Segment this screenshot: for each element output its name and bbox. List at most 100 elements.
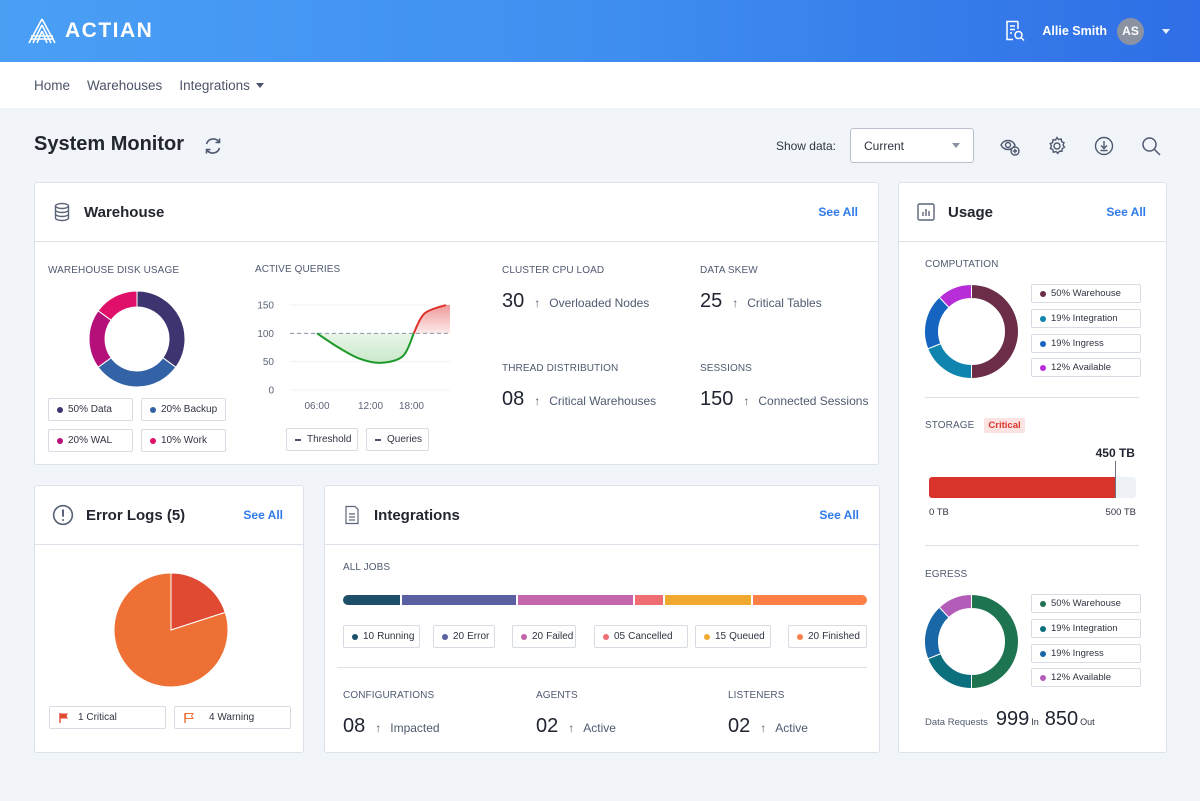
legend-count: 20 xyxy=(808,631,820,642)
chevron-down-icon xyxy=(952,143,960,148)
legend-name: Ingress xyxy=(1072,648,1104,659)
nav-item-integrations[interactable]: Integrations xyxy=(179,78,264,93)
warehouse-card: Warehouse See All WAREHOUSE DISK USAGE 5… xyxy=(34,182,879,465)
stat-agents: AGENTS 02 ↑ Active xyxy=(536,690,616,738)
queries-legend-queries: Queries xyxy=(366,428,429,451)
jobs-bar-segment-queued xyxy=(665,595,751,605)
legend-dot xyxy=(57,437,63,444)
legend-pct: 50% xyxy=(1051,288,1071,299)
legend-pct: 12% xyxy=(1051,672,1071,683)
gear-icon[interactable] xyxy=(1046,135,1068,157)
jobs-legend-cancelled: 05 Cancelled xyxy=(594,625,688,648)
warehouse-card-header: Warehouse See All xyxy=(35,183,878,242)
card-title: Integrations xyxy=(374,506,460,524)
legend-dot xyxy=(1040,315,1046,322)
jobs-legend-running: 10 Running xyxy=(343,625,420,648)
show-data-select[interactable]: Current xyxy=(850,128,974,163)
legend-name: Work xyxy=(183,435,207,446)
legend-pct: 10% xyxy=(161,435,182,446)
stat-label: CLUSTER CPU LOAD xyxy=(502,265,605,276)
legend-name: Warehouse xyxy=(1072,288,1121,299)
integrations-card: Integrations See All ALL JOBS 10 Running 2… xyxy=(324,485,880,753)
disk-usage-slice-backup xyxy=(97,357,177,388)
refresh-icon[interactable] xyxy=(203,136,223,156)
integrations-see-all-link[interactable]: See All xyxy=(819,508,859,522)
divider xyxy=(925,397,1139,398)
legend-pct: 20% xyxy=(68,435,89,446)
legend-name: Backup xyxy=(183,404,218,415)
legend-name: Integration xyxy=(1072,313,1118,324)
legend-dot xyxy=(1040,340,1046,347)
arrow-up-icon: ↑ xyxy=(534,296,541,310)
legend-dot xyxy=(352,633,358,640)
active-queries-label: ACTIVE QUERIES xyxy=(255,264,341,275)
storage-marker xyxy=(1115,461,1117,498)
bar-chart-icon xyxy=(917,203,935,221)
all-jobs-label: ALL JOBS xyxy=(343,562,391,573)
disk-legend-work: 10% Work xyxy=(141,429,226,452)
nav-item-warehouses[interactable]: Warehouses xyxy=(87,78,162,93)
flag-outline-icon xyxy=(184,712,194,723)
egress-legend-available: 12% Available xyxy=(1031,668,1141,687)
user-name[interactable]: Allie Smith xyxy=(1042,24,1107,38)
arrow-up-icon: ↑ xyxy=(568,721,575,735)
nav-label: Home xyxy=(34,77,71,93)
disk-legend-data: 50% Data xyxy=(48,398,133,421)
nav-label: Integrations xyxy=(179,77,250,93)
legend-dot xyxy=(1040,650,1046,657)
computation-legend-integration: 19% Integration xyxy=(1031,309,1141,328)
stat-thread-distribution: THREAD DISTRIBUTION 08 ↑ Critical Warehous… xyxy=(502,363,656,411)
y-tick-label: 150 xyxy=(257,301,274,312)
legend-dot xyxy=(57,406,63,413)
all-jobs-stacked-bar xyxy=(343,595,867,605)
nav-item-home[interactable]: Home xyxy=(34,78,70,93)
report-search-icon[interactable] xyxy=(1004,20,1026,42)
arrow-up-icon: ↑ xyxy=(743,394,750,408)
show-data-value: Current xyxy=(864,138,905,153)
stat-value: 08 xyxy=(502,388,525,410)
brand-logo[interactable]: ACTIAN xyxy=(27,17,153,45)
disk-usage-donut-chart xyxy=(88,290,186,388)
active-queries-line-chart: 0 50 100 150 06:00 12:00 18:00 xyxy=(257,301,450,412)
view-add-icon[interactable] xyxy=(999,135,1021,157)
card-title: Usage xyxy=(948,203,994,221)
search-icon[interactable] xyxy=(1140,135,1162,157)
legend-name: Cancelled xyxy=(628,631,673,642)
download-icon[interactable] xyxy=(1093,135,1115,157)
legend-name: Warehouse xyxy=(1072,598,1121,609)
legend-dot xyxy=(797,633,803,640)
stat-value: 02 xyxy=(728,715,751,737)
stat-label: DATA SKEW xyxy=(700,265,758,276)
arrow-up-icon: ↑ xyxy=(732,296,739,310)
card-title: Warehouse xyxy=(84,203,165,221)
legend-name: Integration xyxy=(1072,623,1118,634)
avatar[interactable]: AS xyxy=(1117,17,1144,45)
stat-label: SESSIONS xyxy=(700,363,752,374)
stat-desc: Impacted xyxy=(390,721,440,735)
storage-value-label: 450 TB xyxy=(1095,446,1135,460)
user-menu-chevron-down-icon[interactable] xyxy=(1162,28,1170,34)
storage-used-bar xyxy=(929,477,1116,498)
usage-see-all-link[interactable]: See All xyxy=(1106,205,1146,219)
stat-desc: Connected Sessions xyxy=(758,394,869,408)
warehouse-see-all-link[interactable]: See All xyxy=(818,205,858,219)
legend-pct: 50% xyxy=(68,404,89,415)
legend-name: Critical xyxy=(86,712,117,723)
computation-donut-chart xyxy=(924,284,1019,379)
divider xyxy=(925,545,1139,546)
queries-legend-threshold: Threshold xyxy=(286,428,358,451)
show-data-label: Show data: xyxy=(775,138,836,153)
egress-donut-chart xyxy=(924,594,1019,689)
x-tick-label: 12:00 xyxy=(358,401,383,412)
arrow-up-icon: ↑ xyxy=(375,721,382,735)
stat-desc: Active xyxy=(775,721,808,735)
jobs-bar-segment-failed xyxy=(518,595,633,605)
egress-slice-integration xyxy=(927,652,972,689)
legend-count: 20 xyxy=(532,631,544,642)
jobs-bar-segment-error xyxy=(402,595,517,605)
x-tick-label: 06:00 xyxy=(304,401,329,412)
jobs-bar-segment-cancelled xyxy=(634,595,664,605)
error-logs-see-all-link[interactable]: See All xyxy=(243,508,283,522)
chevron-down-icon xyxy=(255,82,264,88)
legend-dot xyxy=(150,406,156,413)
